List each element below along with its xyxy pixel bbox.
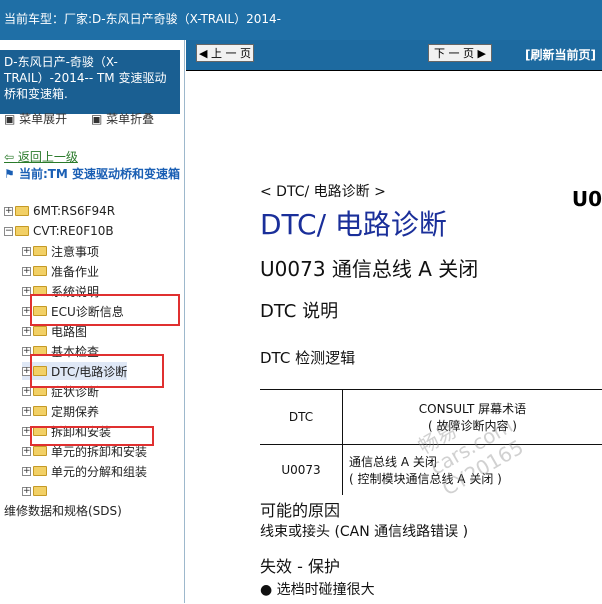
cause-text: 线束或接头 (CAN 通信线路错误 ): [260, 521, 468, 541]
table-header-dtc: DTC: [260, 390, 343, 445]
tree-item-cvt[interactable]: −CVT:RE0F10B: [4, 222, 114, 240]
sds-item[interactable]: 维修数据和规格(SDS): [4, 502, 122, 519]
folder-icon: [33, 446, 47, 456]
failsafe-bullet: ● 选档时碰撞很大: [260, 579, 375, 599]
dtc-code-partial: U0: [572, 187, 602, 211]
cause-heading: 可能的原因: [260, 497, 340, 521]
tree-item[interactable]: +单元的分解和组装: [22, 462, 147, 480]
highlight-box-ecu: [30, 294, 180, 326]
page-title: DTC/ 电路诊断: [260, 203, 447, 243]
prev-page-button[interactable]: ◀ 上 一 页: [196, 44, 254, 62]
table-cell-code: U0073: [260, 445, 343, 495]
logic-heading: DTC 检测逻辑: [260, 347, 355, 368]
menu-collapse[interactable]: ▣ 菜单折叠: [91, 112, 164, 126]
next-page-button[interactable]: 下 一 页 ▶: [428, 44, 492, 62]
folder-icon: [33, 326, 47, 336]
failsafe-heading: 失效 - 保护: [260, 553, 340, 577]
folder-icon: [33, 406, 47, 416]
menu-expand[interactable]: ▣ 菜单展开: [4, 112, 77, 126]
back-arrow-icon: ⇦: [4, 150, 18, 164]
sidebar-title: D-东风日产-奇骏（X-TRAIL）-2014-- TM 变速驱动桥和变速箱.: [0, 50, 180, 114]
back-link[interactable]: ⇦ 返回上一级: [4, 148, 78, 165]
tree-item[interactable]: +定期保养: [22, 402, 99, 420]
folder-icon: [15, 206, 29, 216]
tree-item-empty[interactable]: +: [22, 482, 51, 500]
folder-icon: [33, 466, 47, 476]
content-pane: ◀ 上 一 页 下 一 页 ▶ [刷新当前页] U0 < DTC/ 电路诊断 >…: [186, 40, 602, 603]
folder-icon: [15, 226, 29, 236]
folder-icon: [33, 246, 47, 256]
breadcrumb: < DTC/ 电路诊断 >: [260, 181, 386, 201]
tree-item[interactable]: +注意事项: [22, 242, 99, 260]
vehicle-info: 当前车型：厂家:D-东风日产奇骏（X-TRAIL）2014-: [4, 10, 281, 27]
arrow-left-icon: ◀: [199, 47, 207, 60]
tree-item-6mt[interactable]: +6MT:RS6F94R: [4, 202, 115, 220]
header-bar: 当前车型：厂家:D-东风日产奇骏（X-TRAIL）2014-: [0, 0, 602, 40]
highlight-box-dtc: [30, 354, 164, 388]
folder-icon: [33, 486, 47, 496]
dtc-subtitle: U0073 通信总线 A 关闭: [260, 253, 478, 282]
current-icon: ⚑: [4, 167, 19, 181]
menu-ops: ▣ 菜单展开 ▣ 菜单折叠: [4, 110, 174, 127]
folder-icon: [33, 266, 47, 276]
current-location: ⚑ 当前:TM 变速驱动桥和变速箱: [4, 166, 182, 182]
refresh-link[interactable]: [刷新当前页]: [525, 46, 596, 63]
highlight-box-remove: [30, 426, 154, 446]
tree-item[interactable]: +准备作业: [22, 262, 99, 280]
nav-strip: ◀ 上 一 页 下 一 页 ▶ [刷新当前页]: [186, 40, 602, 70]
section-heading: DTC 说明: [260, 297, 338, 323]
sidebar: D-东风日产-奇骏（X-TRAIL）-2014-- TM 变速驱动桥和变速箱. …: [0, 40, 185, 603]
arrow-right-icon: ▶: [478, 47, 486, 60]
document: U0 < DTC/ 电路诊断 > DTC/ 电路诊断 U0073 通信总线 A …: [186, 70, 602, 604]
